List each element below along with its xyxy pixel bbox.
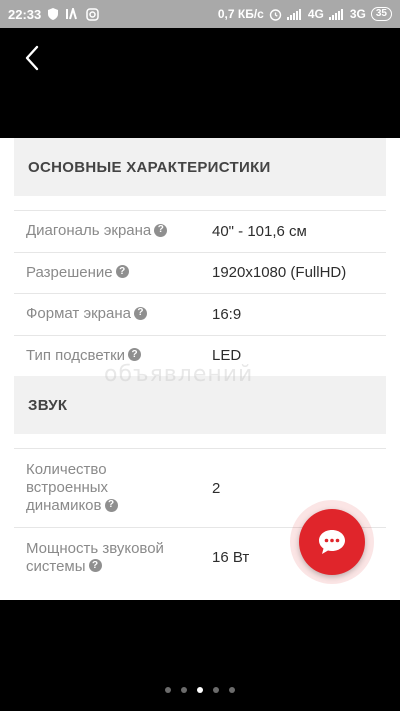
help-icon[interactable]: ? [128,348,142,362]
pager-dot[interactable] [181,687,187,693]
pager-dot[interactable] [213,687,219,693]
shield-icon [48,8,59,20]
help-icon[interactable]: ? [154,223,168,237]
signal-icon [328,8,345,20]
spec-label: Диагональ экрана? [26,222,212,240]
chat-bubble-icon [319,530,345,554]
spec-row: Диагональ экрана? 40" - 101,6 см [14,210,386,252]
alarm-icon [269,8,282,21]
spec-value: 2 [212,479,221,497]
help-icon[interactable]: ? [88,559,102,573]
chat-button-halo [290,500,374,584]
spec-value: 40" - 101,6 см [212,222,307,240]
spec-row: Разрешение? 1920x1080 (FullHD) [14,251,386,294]
section-header-sound: ЗВУК [14,376,386,434]
signal-icon [286,8,303,20]
pager-dot[interactable] [229,687,235,693]
help-icon[interactable]: ? [104,498,118,512]
spec-value: 16 Вт [212,549,250,566]
spec-label: Формат экрана? [26,305,212,323]
network-type-2: 3G [349,7,366,21]
spec-label: Мощность звуковой системы? [26,539,164,575]
spec-label: Разрешение? [26,264,212,282]
chat-button[interactable] [299,509,365,575]
network-type-1: 4G [307,7,324,21]
instagram-icon [86,7,99,21]
back-button[interactable] [16,42,48,74]
status-right: 0,7 КБ/с 4G 3G 35 [218,7,392,21]
pager-dot[interactable] [165,687,171,693]
network-speed: 0,7 КБ/с [217,7,264,21]
spec-row: Формат экрана? 16:9 [14,293,386,335]
status-bar: 22:33 0,7 КБ/с 4G 3G 35 [0,0,400,28]
spec-label: Тип подсветки? [26,347,212,365]
vk-icon [65,8,79,20]
help-icon[interactable]: ? [133,306,147,320]
status-left: 22:33 [8,7,99,22]
spec-value: LED [212,347,242,365]
help-icon[interactable]: ? [115,265,129,279]
chevron-left-icon [25,45,39,71]
spec-value: 1920x1080 (FullHD) [212,264,347,282]
spec-row: Тип подсветки? LED [14,334,386,377]
pager-dot-active[interactable] [197,687,203,693]
section-header-main: ОСНОВНЫЕ ХАРАКТЕРИСТИКИ [14,138,386,196]
pager[interactable] [0,684,400,696]
spec-value: 16:9 [212,305,242,323]
battery-indicator: 35 [370,7,392,21]
status-time: 22:33 [8,6,42,22]
spec-label: Количество встроенных динамиков? [26,461,156,515]
